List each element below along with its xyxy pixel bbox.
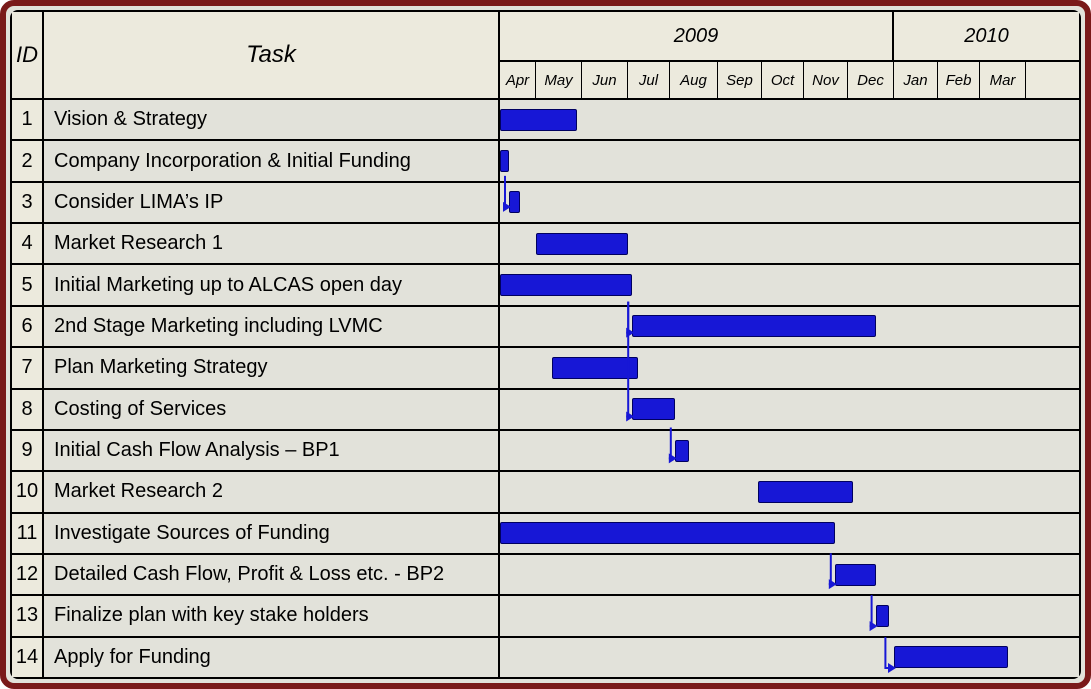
header-timeline: 20092010 AprMayJunJulAugSepOctNovDecJanF… — [500, 12, 1079, 98]
month-label: Jun — [582, 62, 628, 98]
gantt-bar — [500, 522, 835, 544]
gantt-cell — [500, 100, 1079, 139]
task-name: Investigate Sources of Funding — [44, 514, 500, 553]
gantt-cell — [500, 265, 1079, 304]
task-name: Apply for Funding — [44, 638, 500, 677]
gantt-bar — [500, 150, 509, 172]
task-id: 5 — [12, 265, 44, 304]
task-name: Costing of Services — [44, 390, 500, 429]
task-name: Market Research 2 — [44, 472, 500, 511]
gantt-cell — [500, 348, 1079, 387]
gantt-cell — [500, 183, 1079, 222]
task-name: 2nd Stage Marketing including LVMC — [44, 307, 500, 346]
task-id: 1 — [12, 100, 44, 139]
gantt-cell — [500, 141, 1079, 180]
year-label: 2010 — [894, 12, 1079, 60]
table-row: 12Detailed Cash Flow, Profit & Loss etc.… — [12, 555, 1079, 596]
table-row: 5Initial Marketing up to ALCAS open day — [12, 265, 1079, 306]
table-row: 10Market Research 2 — [12, 472, 1079, 513]
table-row: 11Investigate Sources of Funding — [12, 514, 1079, 555]
header-task: Task — [44, 12, 500, 98]
gantt-bar — [500, 274, 632, 296]
task-name: Initial Cash Flow Analysis – BP1 — [44, 431, 500, 470]
month-label: May — [536, 62, 582, 98]
task-name: Consider LIMA’s IP — [44, 183, 500, 222]
month-label: Sep — [718, 62, 762, 98]
task-name: Market Research 1 — [44, 224, 500, 263]
gantt-cell — [500, 431, 1079, 470]
task-name: Company Incorporation & Initial Funding — [44, 141, 500, 180]
table-row: 62nd Stage Marketing including LVMC — [12, 307, 1079, 348]
header-months: AprMayJunJulAugSepOctNovDecJanFebMar — [500, 62, 1079, 98]
table-row: 7Plan Marketing Strategy — [12, 348, 1079, 389]
task-id: 14 — [12, 638, 44, 677]
month-label: Mar — [980, 62, 1026, 98]
gantt-bar — [536, 233, 628, 255]
year-label: 2009 — [500, 12, 894, 60]
table-row: 14Apply for Funding — [12, 638, 1079, 677]
gantt-chart-frame: ID Task 20092010 AprMayJunJulAugSepOctNo… — [0, 0, 1091, 689]
gantt-cell — [500, 596, 1079, 635]
gantt-bar — [835, 564, 876, 586]
task-name: Initial Marketing up to ALCAS open day — [44, 265, 500, 304]
gantt-cell — [500, 472, 1079, 511]
gantt-bar — [632, 315, 875, 337]
task-id: 12 — [12, 555, 44, 594]
table-row: 9Initial Cash Flow Analysis – BP1 — [12, 431, 1079, 472]
gantt-cell — [500, 307, 1079, 346]
task-id: 10 — [12, 472, 44, 511]
task-id: 4 — [12, 224, 44, 263]
task-rows: 1Vision & Strategy2Company Incorporation… — [12, 100, 1079, 677]
gantt-chart: ID Task 20092010 AprMayJunJulAugSepOctNo… — [10, 10, 1081, 679]
task-id: 9 — [12, 431, 44, 470]
gantt-cell — [500, 638, 1079, 677]
table-row: 2Company Incorporation & Initial Funding — [12, 141, 1079, 182]
month-label: Feb — [938, 62, 980, 98]
gantt-cell — [500, 555, 1079, 594]
task-id: 11 — [12, 514, 44, 553]
month-label: Jul — [628, 62, 670, 98]
gantt-cell — [500, 390, 1079, 429]
task-name: Detailed Cash Flow, Profit & Loss etc. -… — [44, 555, 500, 594]
month-label: Apr — [500, 62, 536, 98]
header-years: 20092010 — [500, 12, 1079, 62]
gantt-bar — [758, 481, 853, 503]
task-name: Plan Marketing Strategy — [44, 348, 500, 387]
month-label: Oct — [762, 62, 804, 98]
table-row: 13Finalize plan with key stake holders — [12, 596, 1079, 637]
gantt-cell — [500, 514, 1079, 553]
task-id: 6 — [12, 307, 44, 346]
gantt-bar — [675, 440, 689, 462]
month-label: Dec — [848, 62, 894, 98]
task-id: 2 — [12, 141, 44, 180]
table-row: 3Consider LIMA’s IP — [12, 183, 1079, 224]
header-id: ID — [12, 12, 44, 98]
header-row: ID Task 20092010 AprMayJunJulAugSepOctNo… — [12, 12, 1079, 100]
gantt-bar — [509, 191, 520, 213]
gantt-bar — [894, 646, 1008, 668]
gantt-bar — [500, 109, 577, 131]
gantt-cell — [500, 224, 1079, 263]
task-id: 7 — [12, 348, 44, 387]
month-label — [1026, 62, 1079, 98]
table-row: 8Costing of Services — [12, 390, 1079, 431]
task-name: Vision & Strategy — [44, 100, 500, 139]
month-label: Nov — [804, 62, 848, 98]
task-id: 13 — [12, 596, 44, 635]
task-name: Finalize plan with key stake holders — [44, 596, 500, 635]
task-id: 3 — [12, 183, 44, 222]
task-id: 8 — [12, 390, 44, 429]
table-row: 1Vision & Strategy — [12, 100, 1079, 141]
table-row: 4Market Research 1 — [12, 224, 1079, 265]
month-label: Jan — [894, 62, 938, 98]
gantt-bar — [876, 605, 890, 627]
gantt-bar — [632, 398, 675, 420]
month-label: Aug — [670, 62, 718, 98]
gantt-bar — [552, 357, 638, 379]
